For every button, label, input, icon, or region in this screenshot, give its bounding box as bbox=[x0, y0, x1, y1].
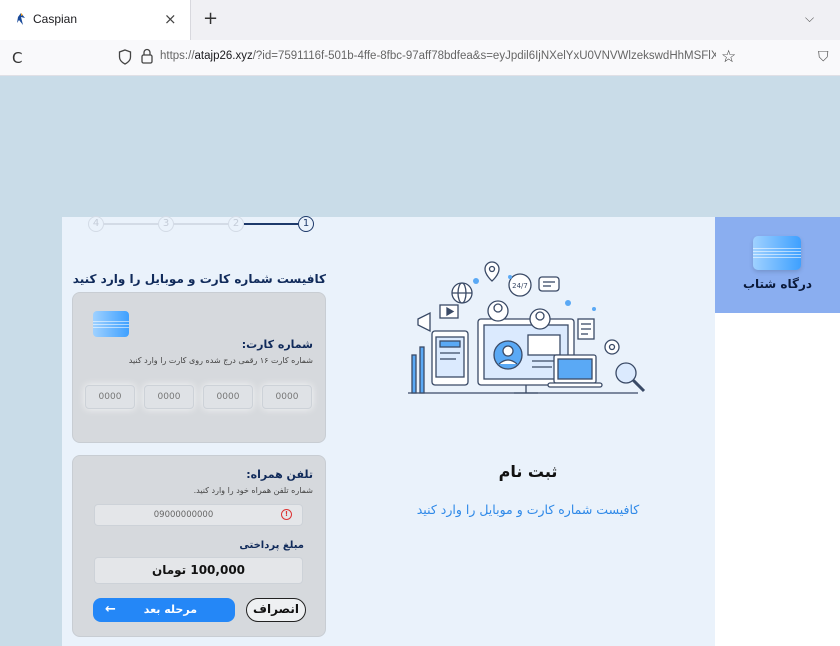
step-connector-active bbox=[244, 223, 298, 225]
form-heading: کافیست شماره کارت و موبایل را وارد کنید bbox=[72, 272, 326, 286]
shield-icon[interactable] bbox=[118, 49, 132, 65]
url-bar[interactable]: https://atajp26.xyz/?id=7591116f-501b-4f… bbox=[160, 50, 716, 62]
step-2: 2 bbox=[228, 216, 244, 232]
phone-label: تلفن همراه: bbox=[246, 468, 313, 481]
card-number-section: شماره کارت: شماره کارت ۱۶ رقمی درج شده ر… bbox=[72, 292, 326, 443]
bank-card-icon bbox=[93, 311, 129, 337]
step-3: 3 bbox=[158, 216, 174, 232]
card-digits-field-4[interactable]: 0000 bbox=[262, 385, 312, 409]
next-step-label: مرحله بعد bbox=[143, 603, 197, 616]
new-tab-button[interactable]: + bbox=[203, 8, 218, 29]
step-4: 4 bbox=[88, 216, 104, 232]
reload-icon[interactable]: C bbox=[12, 49, 22, 67]
cancel-button[interactable]: انصراف bbox=[246, 598, 306, 622]
browser-tabbar: Caspian × + ⌵ bbox=[0, 0, 840, 40]
tab-list-chevron-icon[interactable]: ⌵ bbox=[805, 11, 814, 26]
url-path: /?id=7591116f-501b-4ffe-8fbc-97aff78bdfe… bbox=[252, 50, 716, 62]
browser-tab[interactable]: Caspian × bbox=[0, 0, 191, 40]
phone-placeholder: 09000000000 bbox=[153, 510, 214, 520]
bank-card-icon bbox=[753, 236, 801, 270]
tab-title: Caspian bbox=[33, 12, 78, 26]
card-number-label: شماره کارت: bbox=[241, 338, 313, 351]
pocket-icon[interactable]: ⛉ bbox=[818, 49, 829, 65]
badge-24-7: 24/7 bbox=[512, 282, 528, 290]
next-step-button[interactable]: مرحله بعد ← bbox=[93, 598, 235, 622]
card-digits-field-3[interactable]: 0000 bbox=[203, 385, 253, 409]
phone-input[interactable]: 09000000000 ! bbox=[94, 504, 303, 526]
step-1: 1 bbox=[298, 216, 314, 232]
card-digits-field-1[interactable]: 0000 bbox=[85, 385, 135, 409]
phone-hint: شماره تلفن همراه خود را وارد کنید. bbox=[193, 486, 313, 495]
alert-icon: ! bbox=[281, 509, 292, 520]
gateway-label: درگاه شتاب bbox=[742, 277, 813, 291]
card-digits-field-2[interactable]: 0000 bbox=[144, 385, 194, 409]
amount-label: مبلغ پرداختی bbox=[239, 540, 304, 551]
step-connector bbox=[174, 223, 228, 225]
caspian-favicon-icon bbox=[17, 13, 25, 25]
shetab-gateway-tab[interactable]: درگاه شتاب bbox=[715, 217, 840, 313]
bookmark-star-icon[interactable]: ☆ bbox=[721, 47, 736, 67]
online-registration-illustration: 24/7 bbox=[408, 261, 646, 394]
card-number-hint: شماره کارت ۱۶ رقمی درج شده روی کارت را و… bbox=[128, 356, 313, 365]
progress-stepper: 4 3 2 1 bbox=[88, 216, 318, 234]
page-subtitle: کافیست شماره کارت و موبایل را وارد کنید bbox=[416, 502, 640, 517]
close-tab-icon[interactable]: × bbox=[164, 10, 177, 28]
url-prefix: https:// bbox=[160, 50, 195, 62]
browser-navbar: C https://atajp26.xyz/?id=7591116f-501b-… bbox=[0, 40, 840, 76]
step-connector bbox=[104, 223, 158, 225]
page-title: ثبت نام bbox=[498, 462, 558, 481]
phone-section: تلفن همراه: شماره تلفن همراه خود را وارد… bbox=[72, 455, 326, 637]
amount-value: 100,000 تومان bbox=[94, 557, 303, 584]
arrow-left-icon: ← bbox=[105, 602, 116, 617]
lock-icon[interactable] bbox=[140, 47, 154, 65]
url-domain: atajp26.xyz bbox=[194, 50, 253, 62]
